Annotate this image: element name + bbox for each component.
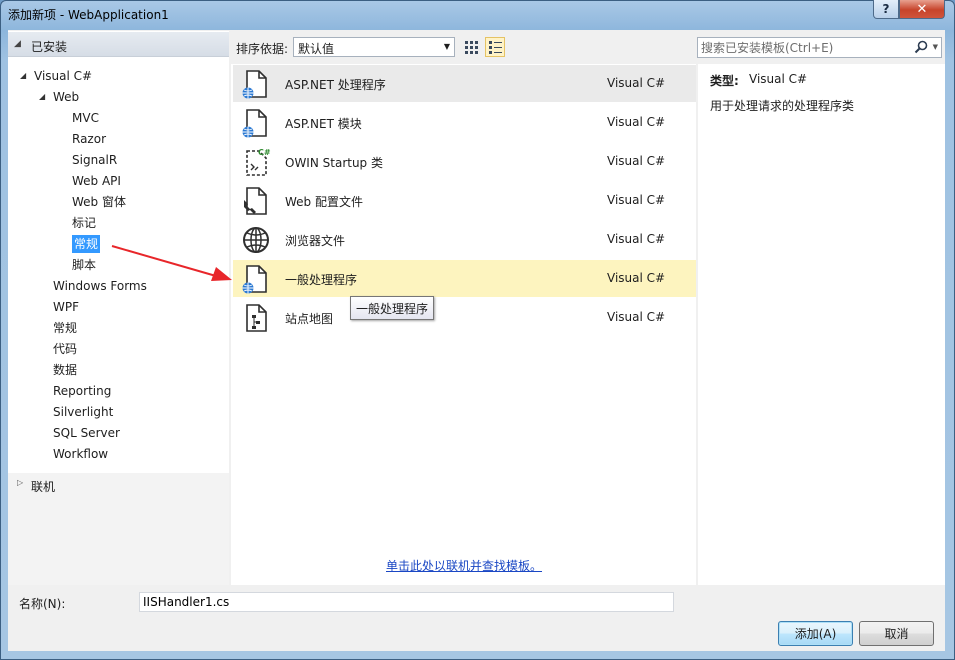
name-label: 名称(N):	[19, 597, 66, 611]
name-field[interactable]	[139, 592, 674, 612]
annotation-arrow	[111, 245, 232, 281]
cancel-button[interactable]: 取消	[859, 621, 934, 646]
name-input[interactable]	[140, 593, 673, 611]
add-button[interactable]: 添加(A)	[778, 621, 853, 646]
